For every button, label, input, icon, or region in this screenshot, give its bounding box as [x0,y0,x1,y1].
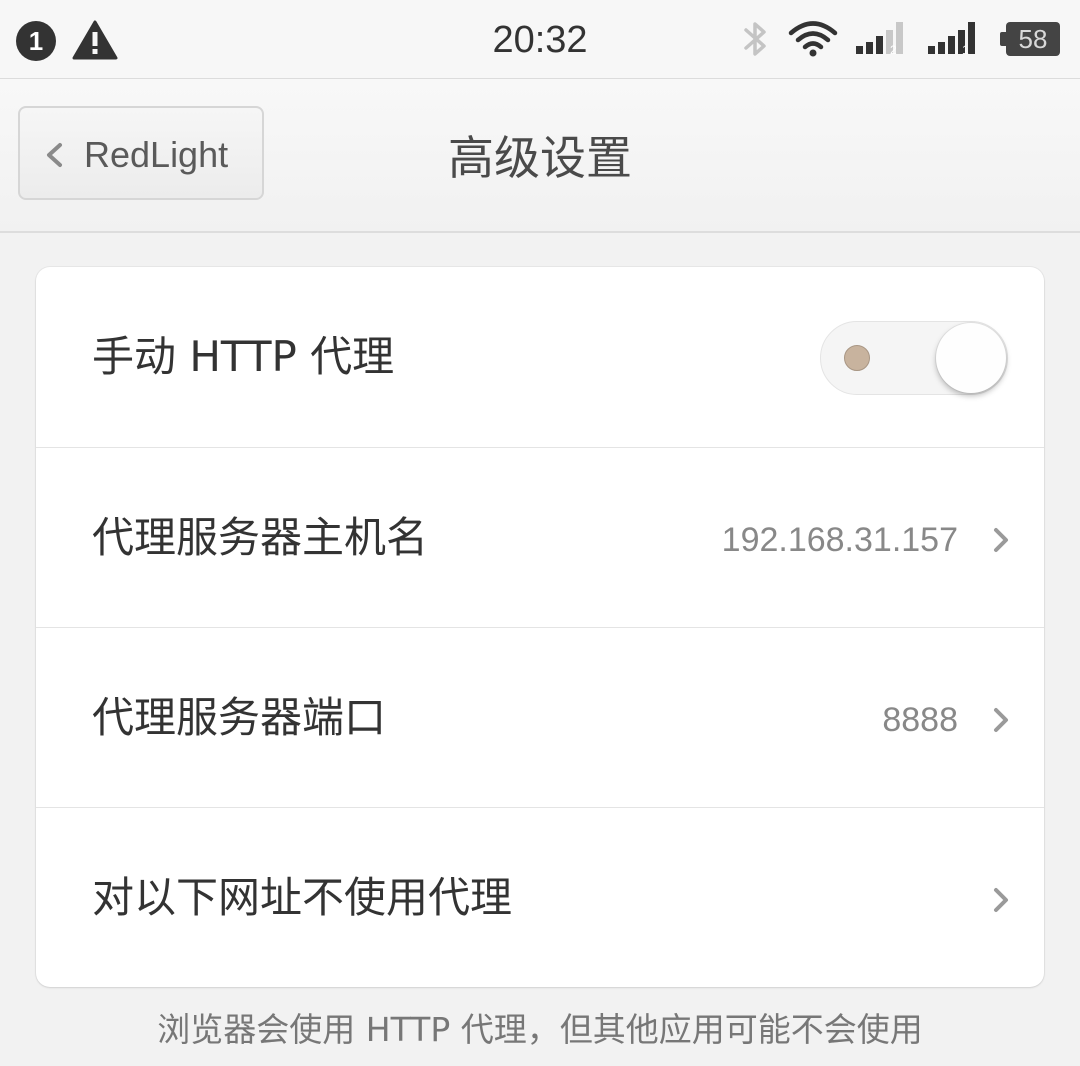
proxy-hostname-label: 代理服务器主机名 [92,513,429,562]
bluetooth-icon [744,22,766,56]
footer-note: 浏览器会使用 HTTP 代理，但其他应用可能不会使用 [157,1010,923,1049]
signal-sim2-icon: 2 [856,22,903,57]
nav-header: RedLight 高级设置 [0,79,1080,233]
wifi-icon [788,21,838,57]
signal-sim1-icon: 1 [928,22,975,57]
proxy-hostname-value: 192.168.31.157 [721,521,958,559]
warning-triangle-icon [72,20,118,60]
chevron-left-icon [47,143,62,167]
proxy-port-label: 代理服务器端口 [92,693,387,742]
back-button[interactable]: RedLight [18,106,264,200]
proxy-bypass-row[interactable]: 对以下网址不使用代理 [36,807,1044,987]
chevron-right-icon [994,528,1008,552]
sim2-label: 2 [890,43,897,57]
battery-icon: 58 [1000,22,1062,56]
manual-http-proxy-toggle[interactable] [820,321,1008,395]
status-bar: 1 20:32 2 1 58 [0,0,1080,79]
proxy-port-row[interactable]: 代理服务器端口 8888 [36,627,1044,808]
manual-http-proxy-label: 手动 HTTP 代理 [92,332,395,381]
notification-count-badge: 1 [16,21,56,61]
sim1-label: 1 [962,43,969,57]
proxy-bypass-label: 对以下网址不使用代理 [92,873,513,922]
toggle-indicator-dot [844,345,870,371]
page-title: 高级设置 [448,131,632,185]
toggle-knob[interactable] [936,323,1006,393]
battery-level: 58 [1018,24,1048,54]
settings-card: 手动 HTTP 代理 代理服务器主机名 192.168.31.157 代理服务器… [36,267,1044,987]
manual-http-proxy-row: 手动 HTTP 代理 [36,267,1044,447]
chevron-right-icon [994,888,1008,912]
back-button-label: RedLight [84,134,229,175]
chevron-right-icon [994,708,1008,732]
status-time: 20:32 [492,19,588,61]
proxy-hostname-row[interactable]: 代理服务器主机名 192.168.31.157 [36,447,1044,628]
proxy-port-value: 8888 [882,701,958,739]
